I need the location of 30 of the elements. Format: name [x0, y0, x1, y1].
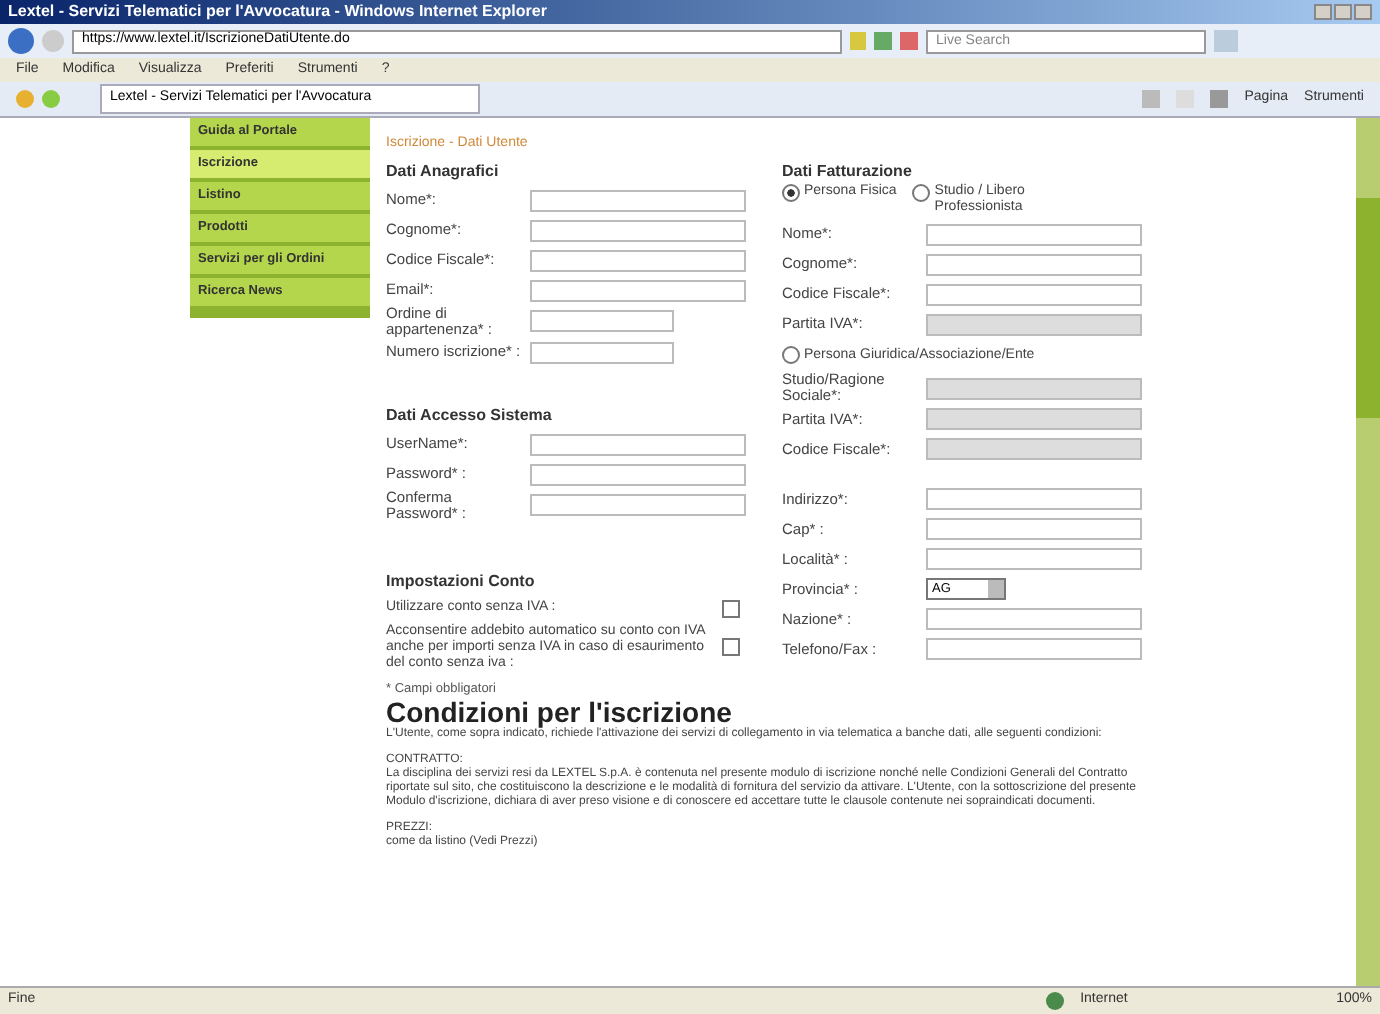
- radio-button[interactable]: [782, 183, 800, 201]
- radio-button[interactable]: [912, 183, 931, 201]
- input-field[interactable]: [926, 253, 1142, 275]
- input-field[interactable]: [926, 223, 1142, 245]
- input-field[interactable]: [926, 638, 1142, 660]
- section-title: Dati Anagrafici: [386, 159, 501, 183]
- conditions-heading: Condizioni per l'iscrizione: [386, 698, 732, 729]
- input-field[interactable]: [530, 279, 746, 301]
- section-title: Impostazioni Conto: [386, 569, 537, 593]
- input-field[interactable]: [926, 608, 1142, 630]
- input-field[interactable]: [530, 494, 746, 516]
- input-field[interactable]: [530, 310, 674, 332]
- input-field[interactable]: [530, 189, 746, 211]
- input-field[interactable]: [530, 463, 746, 485]
- scrollbar[interactable]: [1356, 118, 1380, 986]
- checkbox[interactable]: [722, 638, 740, 656]
- input-field[interactable]: [530, 341, 674, 363]
- checkbox[interactable]: [722, 599, 740, 617]
- scrollbar-thumb[interactable]: [1356, 198, 1380, 418]
- input-field[interactable]: [926, 283, 1142, 305]
- section-title: Dati Fatturazione: [782, 159, 914, 183]
- input-field[interactable]: [530, 249, 746, 271]
- input-field[interactable]: [530, 433, 746, 455]
- section-title: Dati Accesso Sistema: [386, 403, 554, 427]
- input-field[interactable]: [926, 488, 1142, 510]
- radio-button[interactable]: [782, 346, 800, 365]
- input-field[interactable]: [530, 219, 746, 241]
- window-title: Lextel - Servizi Telematici per l'Avvocatura - Windows Internet Explorer: [8, 0, 547, 24]
- input-field[interactable]: [926, 548, 1142, 570]
- input-field[interactable]: [926, 518, 1142, 540]
